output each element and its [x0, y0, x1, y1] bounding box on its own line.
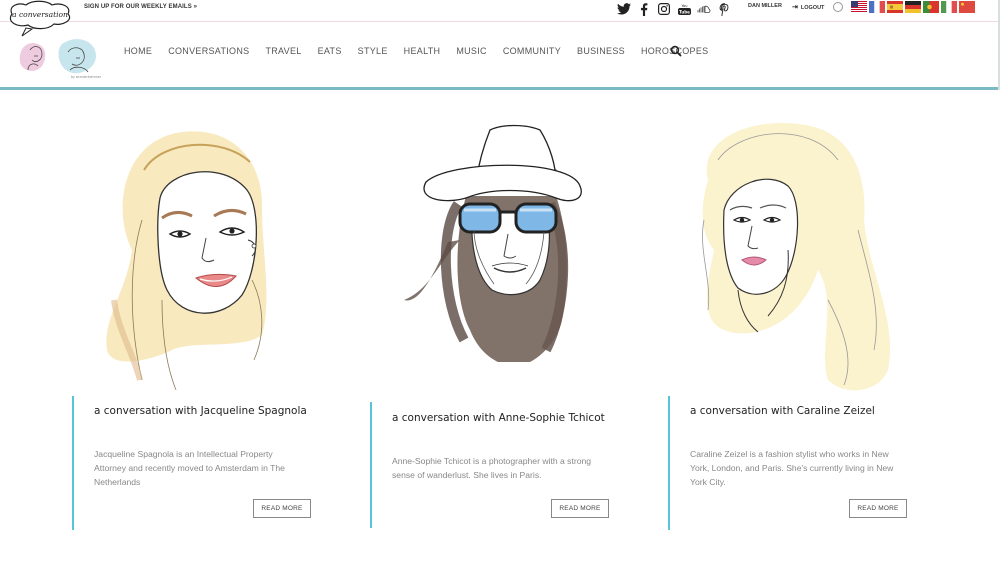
main-navigation: HOME CONVERSATIONS TRAVEL EATS STYLE HEA… [116, 46, 716, 56]
top-bar: SIGN UP FOR OUR WEEKLY EMAILS » [0, 0, 1000, 22]
card-description-line: Anne-Sophie Tchicot is a photographer wi… [392, 456, 592, 466]
card-title-link[interactable]: a conversation with Jacqueline Spagnola [94, 405, 307, 417]
facebook-icon[interactable] [634, 1, 654, 17]
pinterest-icon[interactable] [714, 1, 734, 17]
logo-script-text: a conversation [12, 10, 68, 19]
nav-item-community[interactable]: COMMUNITY [495, 46, 569, 56]
language-flags [851, 1, 975, 13]
portrait-illustration[interactable] [370, 100, 660, 400]
nav-item-eats[interactable]: EATS [310, 46, 350, 56]
youtube-icon[interactable]: You Tube [674, 1, 694, 17]
card-description-line: sense of wanderlust. She lives in Paris. [392, 470, 542, 480]
card-content: a conversation with Caraline Zeizel Cara… [668, 396, 958, 530]
article-card-anne-sophie: a conversation with Anne-Sophie Tchicot … [370, 100, 660, 540]
portrait-illustration[interactable] [72, 100, 362, 400]
card-description-line: Jacqueline Spagnola is an Intellectual P… [94, 449, 273, 459]
it-flag[interactable] [941, 1, 957, 13]
card-description-line: Attorney and recently moved to Amsterdam… [94, 463, 285, 473]
logout-link[interactable]: ⇥ LOGOUT [792, 3, 824, 11]
soundcloud-icon[interactable] [694, 1, 714, 17]
nav-item-music[interactable]: MUSIC [448, 46, 495, 56]
nav-item-style[interactable]: STYLE [350, 46, 396, 56]
nav-item-conversations[interactable]: CONVERSATIONS [160, 46, 257, 56]
card-title-link[interactable]: a conversation with Anne-Sophie Tchicot [392, 412, 605, 424]
card-description-line: York City. [690, 477, 726, 487]
logout-label: LOGOUT [800, 5, 825, 11]
search-icon[interactable] [670, 45, 682, 57]
nav-item-home[interactable]: HOME [116, 46, 160, 56]
nav-item-health[interactable]: HEALTH [396, 46, 449, 56]
nav-item-travel[interactable]: TRAVEL [257, 46, 309, 56]
logo-byline: by wunderkammer [71, 75, 102, 79]
article-card-caraline: a conversation with Caraline Zeizel Cara… [668, 100, 958, 540]
pt-flag[interactable] [923, 1, 939, 13]
nav-item-business[interactable]: BUSINESS [569, 46, 633, 56]
svg-text:Tube: Tube [679, 9, 690, 14]
es-flag[interactable] [887, 1, 903, 13]
card-content: a conversation with Jacqueline Spagnola … [72, 396, 362, 530]
read-more-button[interactable]: READ MORE [253, 499, 311, 518]
card-title-link[interactable]: a conversation with Caraline Zeizel [690, 405, 875, 417]
portrait-illustration[interactable] [668, 100, 958, 400]
fr-flag[interactable] [869, 1, 885, 13]
read-more-button[interactable]: READ MORE [849, 499, 907, 518]
cn-flag[interactable] [959, 1, 975, 13]
card-content: a conversation with Anne-Sophie Tchicot … [370, 402, 660, 528]
site-logo[interactable]: a conversation by wunderkammer [4, 0, 108, 82]
logout-icon: ⇥ [792, 4, 798, 11]
user-name-link[interactable]: DAN MILLER [748, 3, 782, 9]
article-card-jacqueline: a conversation with Jacqueline Spagnola … [72, 100, 362, 540]
read-more-button[interactable]: READ MORE [551, 499, 609, 518]
de-flag[interactable] [905, 1, 921, 13]
header-divider [0, 87, 1000, 90]
card-description-line: Netherlands [94, 477, 141, 487]
twitter-icon[interactable] [614, 1, 634, 17]
social-links: You Tube [614, 0, 734, 18]
instagram-icon[interactable] [654, 1, 674, 17]
card-description-line: York, London, and Paris. She's currently… [690, 463, 894, 473]
us-flag[interactable] [851, 1, 867, 13]
user-avatar-icon[interactable] [833, 2, 843, 12]
svg-text:You: You [681, 4, 687, 8]
card-description-line: Caraline Zeizel is a fashion stylist who… [690, 449, 889, 459]
